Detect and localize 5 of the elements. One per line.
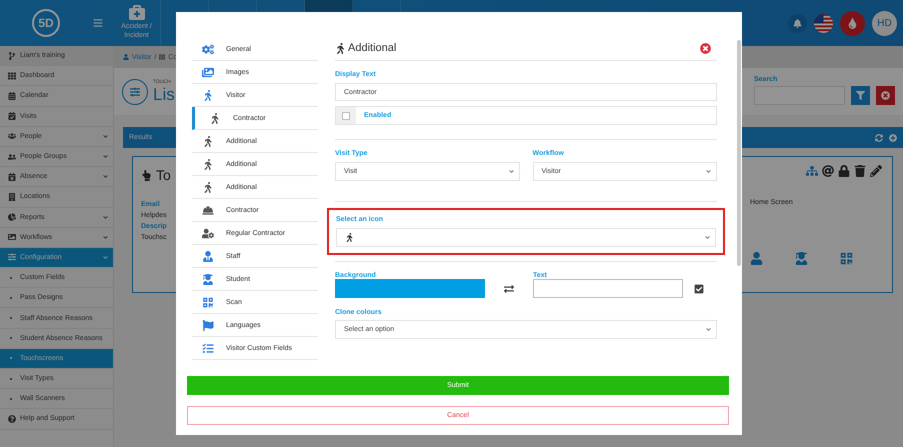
card-title: To [156, 167, 171, 183]
user-avatar[interactable]: HD [872, 10, 897, 36]
logo[interactable]: 5D [32, 9, 60, 37]
page-title: Lis [153, 85, 175, 104]
modal-title: Additional [348, 42, 396, 54]
